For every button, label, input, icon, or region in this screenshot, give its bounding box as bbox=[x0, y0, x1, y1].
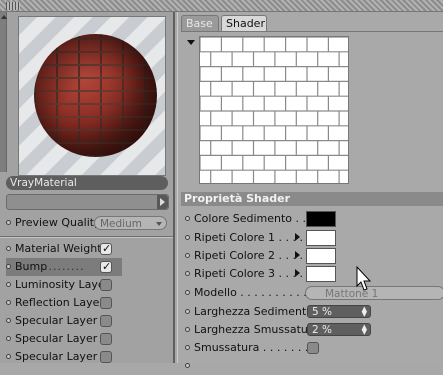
prop-label: Larghezza Smussatura bbox=[194, 323, 320, 336]
expand-arrow-icon[interactable] bbox=[295, 251, 300, 259]
larghezza-sedimento-input[interactable]: 5 % ▲ ▼ bbox=[307, 305, 371, 318]
material-preview[interactable] bbox=[18, 16, 166, 176]
animate-dot-icon[interactable] bbox=[6, 300, 11, 305]
ripeti-colore-1-swatch[interactable] bbox=[306, 230, 336, 246]
layer-label: Reflection Layer bbox=[15, 296, 104, 309]
leader-dots: ......... bbox=[44, 260, 85, 273]
animate-dot-icon[interactable] bbox=[185, 271, 190, 276]
prop-label: Ripeti Colore 3 . . . . bbox=[194, 267, 304, 280]
layer-label: Material Weight bbox=[15, 242, 102, 255]
tab-underline bbox=[181, 31, 443, 32]
layer-row-material-weight[interactable]: Material Weight bbox=[6, 240, 171, 258]
animate-dot-icon[interactable] bbox=[6, 354, 11, 359]
modello-dropdown[interactable]: Mattone 1 bbox=[305, 286, 443, 300]
layer-label: Specular Layer 3 bbox=[15, 350, 108, 363]
ripeti-colore-3-swatch[interactable] bbox=[306, 266, 336, 282]
ripeti-colore-2-swatch[interactable] bbox=[306, 248, 336, 264]
prop-colore-sedimento: Colore Sedimento . . bbox=[181, 210, 443, 228]
animate-dot-icon[interactable] bbox=[6, 282, 11, 287]
layer-label: Specular Layer 2 bbox=[15, 332, 108, 345]
prop-label: Modello . . . . . . . . . . . . bbox=[194, 286, 321, 299]
scroll-up-icon[interactable] bbox=[1, 15, 7, 19]
luminosity-checkbox[interactable] bbox=[100, 279, 112, 291]
animate-dot-icon[interactable] bbox=[185, 290, 190, 295]
layer-row-reflection[interactable]: Reflection Layer bbox=[6, 294, 171, 312]
animate-dot-icon[interactable] bbox=[185, 363, 190, 368]
animate-dot-icon[interactable] bbox=[6, 264, 11, 269]
smussatura-checkbox[interactable] bbox=[307, 342, 319, 354]
prop-ripeti-colore-2: Ripeti Colore 2 . . . . bbox=[181, 247, 443, 265]
section-title: Proprietà Shader bbox=[181, 192, 443, 206]
spinner-icon[interactable]: ▲ ▼ bbox=[362, 324, 367, 336]
layer-row-specular-1[interactable]: Specular Layer 1 bbox=[6, 312, 171, 330]
right-panel: Base Shader Proprietà Shader Colore Sedi… bbox=[177, 12, 443, 368]
tab-shader[interactable]: Shader bbox=[221, 15, 267, 31]
layer-label: Bump bbox=[15, 260, 48, 273]
prop-label: Ripeti Colore 1 . . . . bbox=[194, 231, 304, 244]
layer-row-bump[interactable]: Bump ......... bbox=[6, 258, 122, 276]
bump-checkbox[interactable] bbox=[100, 258, 112, 276]
spinner-icon[interactable]: ▲ ▼ bbox=[362, 306, 367, 318]
animate-dot-icon[interactable] bbox=[6, 318, 11, 323]
animate-dot-icon[interactable] bbox=[185, 216, 190, 221]
brick-shader-preview[interactable] bbox=[199, 36, 349, 184]
material-weight-checkbox[interactable] bbox=[100, 240, 112, 258]
mouse-cursor-icon bbox=[356, 266, 372, 291]
colore-sedimento-swatch[interactable] bbox=[306, 211, 336, 227]
specular-1-checkbox[interactable] bbox=[100, 315, 112, 327]
layer-row-luminosity[interactable]: Luminosity Layer bbox=[6, 276, 171, 294]
animate-dot-icon[interactable] bbox=[185, 253, 190, 258]
prop-ripeti-colore-3: Ripeti Colore 3 . . . . bbox=[181, 265, 443, 283]
prop-larghezza-sedimento: Larghezza Sedimento 5 % ▲ ▼ bbox=[181, 303, 443, 321]
tab-base[interactable]: Base bbox=[181, 15, 219, 31]
divider bbox=[0, 236, 173, 238]
animate-dot-icon[interactable] bbox=[185, 309, 190, 314]
scroll-right-icon[interactable] bbox=[157, 195, 168, 209]
shader-expand-icon[interactable] bbox=[187, 40, 195, 45]
animate-dot-icon[interactable] bbox=[6, 220, 11, 225]
larghezza-smussatura-input[interactable]: 2 % ▲ ▼ bbox=[307, 323, 371, 336]
larghezza-sedimento-value: 5 % bbox=[312, 306, 332, 318]
animate-dot-icon[interactable] bbox=[6, 336, 11, 341]
expand-arrow-icon[interactable] bbox=[295, 269, 300, 277]
layer-label: Specular Layer 1 bbox=[15, 314, 108, 327]
prop-smussatura: Smussatura . . . . . . . . bbox=[181, 339, 443, 357]
prop-ripeti-colore-1: Ripeti Colore 1 . . . . bbox=[181, 229, 443, 247]
animate-dot-icon[interactable] bbox=[185, 327, 190, 332]
animate-dot-icon[interactable] bbox=[185, 345, 190, 350]
reflection-checkbox[interactable] bbox=[100, 297, 112, 309]
prop-label: Ripeti Colore 2 . . . . bbox=[194, 249, 304, 262]
preview-quality-dropdown[interactable]: Medium bbox=[94, 216, 167, 230]
drag-grip-icon[interactable] bbox=[6, 2, 20, 10]
preview-scrollbar[interactable] bbox=[6, 194, 169, 210]
material-name-field[interactable]: VrayMaterial bbox=[6, 176, 168, 190]
brick-sphere-preview bbox=[34, 34, 157, 157]
expand-arrow-icon[interactable] bbox=[295, 233, 300, 241]
preview-quality-label: Preview Quality bbox=[15, 216, 101, 229]
layer-label: Luminosity Layer bbox=[15, 278, 110, 291]
prop-larghezza-smussatura: Larghezza Smussatura 2 % ▲ ▼ bbox=[181, 321, 443, 339]
animate-dot-icon[interactable] bbox=[6, 246, 11, 251]
chevron-down-icon bbox=[156, 222, 162, 226]
preview-quality-row: Preview Quality Medium bbox=[6, 214, 171, 232]
larghezza-smussatura-value: 2 % bbox=[312, 324, 332, 336]
brick-pattern bbox=[200, 37, 348, 183]
layer-row-specular-3[interactable]: Specular Layer 3 bbox=[6, 348, 171, 366]
prop-label: Smussatura . . . . . . . . bbox=[194, 341, 316, 354]
left-panel: VrayMaterial Preview Quality Medium Mate… bbox=[0, 12, 175, 363]
prop-label: Larghezza Sedimento bbox=[194, 305, 313, 318]
prop-partial-next bbox=[181, 357, 443, 375]
specular-3-checkbox[interactable] bbox=[100, 351, 112, 363]
prop-modello: Modello . . . . . . . . . . . . Mattone … bbox=[181, 284, 443, 302]
prop-label: Colore Sedimento . . bbox=[194, 212, 307, 225]
specular-2-checkbox[interactable] bbox=[100, 333, 112, 345]
preview-quality-value: Medium bbox=[100, 218, 142, 230]
left-scrollbar[interactable] bbox=[0, 12, 7, 172]
title-strip bbox=[0, 0, 443, 12]
animate-dot-icon[interactable] bbox=[185, 235, 190, 240]
layer-row-specular-2[interactable]: Specular Layer 2 bbox=[6, 330, 171, 348]
